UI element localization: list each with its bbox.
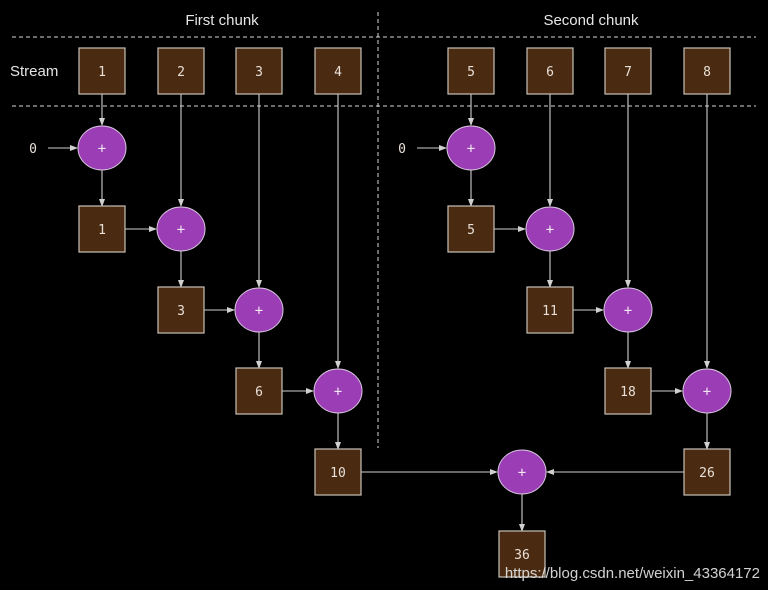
add-op-first-4: + xyxy=(313,368,363,414)
partial-first-1-value: 1 xyxy=(98,223,106,238)
plus-icon: + xyxy=(518,465,526,481)
stream-item-5: 5 xyxy=(447,47,495,95)
partial-second-1-value: 5 xyxy=(467,223,475,238)
partial-second-2-value: 11 xyxy=(542,304,558,319)
add-op-first-1: + xyxy=(77,125,127,171)
plus-icon: + xyxy=(177,222,185,238)
add-op-second-2: + xyxy=(525,206,575,252)
partial-second-3: 18 xyxy=(604,367,652,415)
plus-icon: + xyxy=(334,384,342,400)
stream-item-3-value: 3 xyxy=(255,65,263,80)
stream-item-3: 3 xyxy=(235,47,283,95)
partial-second-4: 26 xyxy=(683,448,731,496)
initial-value-second: 0 xyxy=(398,142,406,157)
stream-item-1: 1 xyxy=(78,47,126,95)
scan-diagram: First chunk Second chunk Stream 1 +2 +3 +4 +… xyxy=(10,12,760,582)
plus-icon: + xyxy=(255,303,263,319)
partial-first-3-value: 6 xyxy=(255,385,263,400)
partial-first-1: 1 xyxy=(78,205,126,253)
stream-item-5-value: 5 xyxy=(467,65,475,80)
initial-value-first: 0 xyxy=(29,142,37,157)
final-result-value: 36 xyxy=(514,548,530,563)
stream-item-6: 6 xyxy=(526,47,574,95)
second-chunk-header: Second chunk xyxy=(543,12,639,29)
partial-first-4: 10 xyxy=(314,448,362,496)
add-op-first-3: + xyxy=(234,287,284,333)
stream-item-7: 7 xyxy=(604,47,652,95)
first-chunk-header: First chunk xyxy=(185,12,259,29)
stream-item-7-value: 7 xyxy=(624,65,632,80)
stream-item-2-value: 2 xyxy=(177,65,185,80)
partial-first-3: 6 xyxy=(235,367,283,415)
stream-item-8: 8 xyxy=(683,47,731,95)
stream-item-4: 4 xyxy=(314,47,362,95)
stream-item-4-value: 4 xyxy=(334,65,342,80)
add-op-second-3: + xyxy=(603,287,653,333)
plus-icon: + xyxy=(703,384,711,400)
partial-first-2-value: 3 xyxy=(177,304,185,319)
add-op-second-1: + xyxy=(446,125,496,171)
stream-item-1-value: 1 xyxy=(98,65,106,80)
add-op-first-2: + xyxy=(156,206,206,252)
partial-second-1: 5 xyxy=(447,205,495,253)
partial-second-2: 11 xyxy=(526,286,574,334)
add-op-combine: + xyxy=(497,449,547,495)
stream-item-6-value: 6 xyxy=(546,65,554,80)
plus-icon: + xyxy=(467,141,475,157)
partial-first-4-value: 10 xyxy=(330,466,346,481)
partial-second-4-value: 26 xyxy=(699,466,715,481)
plus-icon: + xyxy=(624,303,632,319)
partial-first-2: 3 xyxy=(157,286,205,334)
stream-item-8-value: 8 xyxy=(703,65,711,80)
partial-second-3-value: 18 xyxy=(620,385,636,400)
plus-icon: + xyxy=(98,141,106,157)
watermark: https://blog.csdn.net/weixin_43364172 xyxy=(505,565,760,582)
stream-label: Stream xyxy=(10,63,58,80)
plus-icon: + xyxy=(546,222,554,238)
add-op-second-4: + xyxy=(682,368,732,414)
stream-item-2: 2 xyxy=(157,47,205,95)
